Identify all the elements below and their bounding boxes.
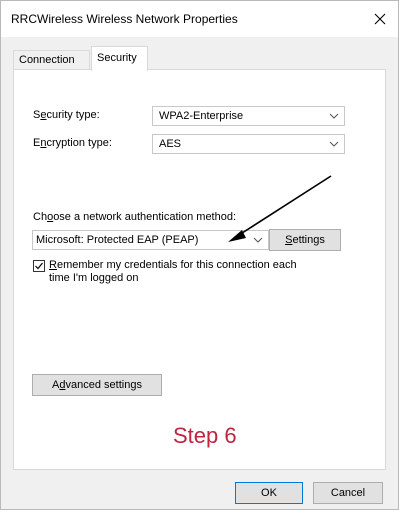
dialog-footer: OK Cancel — [1, 470, 398, 509]
cancel-button[interactable]: Cancel — [313, 482, 383, 504]
tab-security-label: Security — [97, 52, 137, 64]
ok-button[interactable]: OK — [235, 482, 303, 504]
step-annotation: Step 6 — [173, 423, 237, 448]
dialog-window: RRCWireless Wireless Network Properties … — [0, 0, 399, 510]
tab-security[interactable]: Security — [91, 46, 148, 71]
